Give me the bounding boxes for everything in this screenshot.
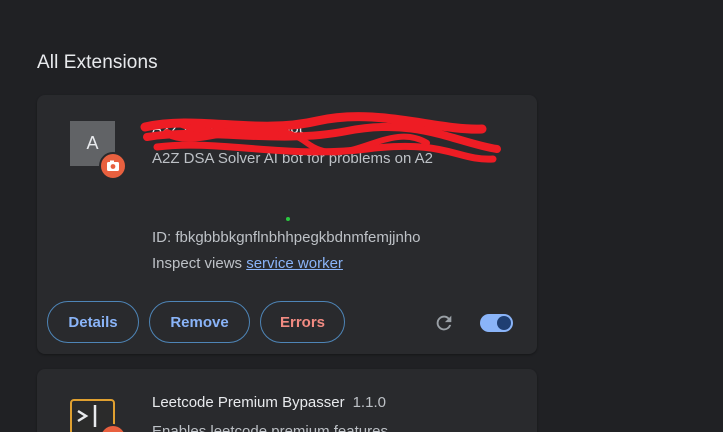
camera-badge-icon [99,152,127,180]
extension-title: Leetcode Premium Bypasser [152,394,345,411]
extension-version: 1.1.0 [352,394,386,411]
extension-description: Enables leetcode premium features [152,423,388,432]
service-worker-link[interactable]: service worker [246,255,343,272]
avatar-letter: A [86,133,99,153]
extension-card: Leetcode Premium Bypasser 1.1.0 Enables l… [37,369,537,432]
extension-id: ID: fbkgbbbkgnflnbhhpegkbdnmfemjjnho [152,229,421,246]
inspect-label: Inspect views [152,255,247,272]
toggle-knob [497,316,511,330]
reload-icon[interactable] [433,312,455,334]
remove-button[interactable]: Remove [149,301,250,343]
enable-toggle[interactable] [480,314,513,332]
inspect-views: Inspect views service worker [152,255,343,272]
status-dot [286,217,290,221]
extensions-page: All Extensions A A2Z DSA Solver AI bot A… [0,0,723,432]
errors-button[interactable]: Errors [260,301,345,343]
details-button[interactable]: Details [47,301,139,343]
extension-name: Leetcode Premium Bypasser 1.1.0 [152,394,386,411]
redaction-scribble [140,112,501,163]
section-title: All Extensions [37,52,158,73]
extension-card: A A2Z DSA Solver AI bot A2Z DSA Solver A… [37,95,537,354]
